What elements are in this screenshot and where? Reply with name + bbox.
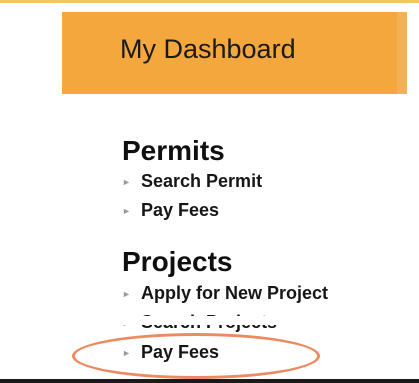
permits-search-permit-link[interactable]: ► Search Permit [122, 171, 262, 192]
overlap-clip-stripe [118, 316, 348, 325]
link-label: Pay Fees [141, 200, 220, 220]
arrow-right-icon: ► [122, 176, 131, 187]
permits-pay-fees-link[interactable]: ► Pay Fees [122, 200, 219, 221]
top-accent-line [0, 0, 419, 3]
bottom-border-bar [0, 379, 419, 383]
link-label: Search Permit [141, 171, 263, 191]
arrow-right-icon: ► [122, 205, 131, 216]
permits-heading: Permits [122, 135, 225, 166]
link-label: Apply for New Project [141, 283, 329, 303]
projects-heading: Projects [122, 246, 233, 277]
projects-apply-new-project-link[interactable]: ► Apply for New Project [122, 283, 328, 304]
dashboard-header: My Dashboard [62, 12, 407, 94]
arrow-right-icon: ► [122, 288, 131, 299]
header-side-strip [397, 12, 407, 94]
dashboard-title: My Dashboard [120, 34, 296, 64]
highlight-annotation-ellipse [72, 333, 320, 379]
